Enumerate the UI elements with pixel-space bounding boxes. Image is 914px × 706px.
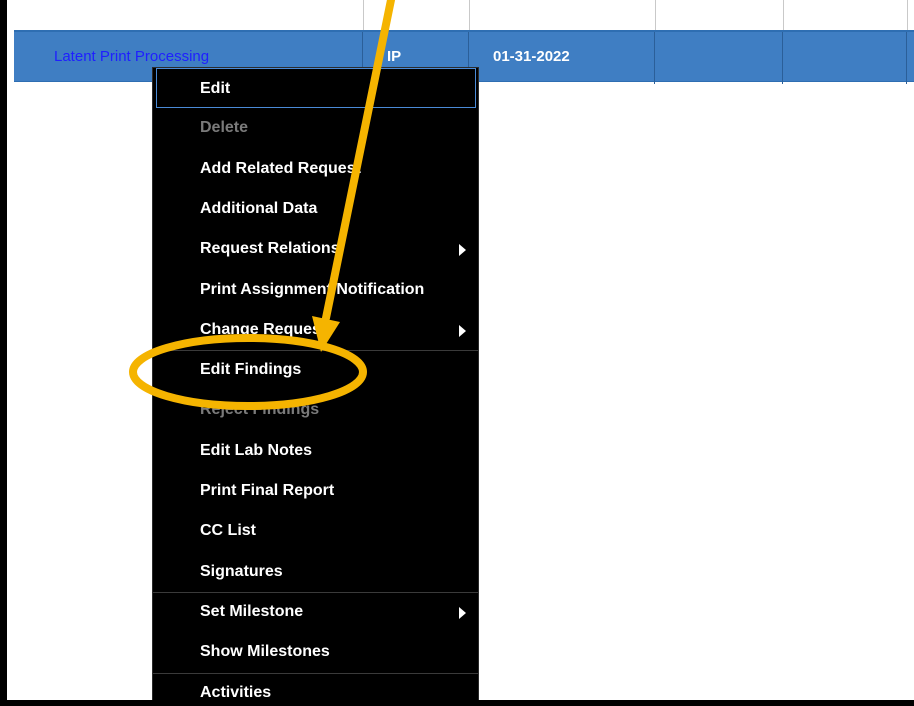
menu-item-label: Delete [200,119,249,137]
column-divider [469,0,470,30]
menu-item-cc-list[interactable]: CC List [153,511,478,551]
menu-item-label: Signatures [200,562,283,580]
cell-date: 01-31-2022 [469,32,655,84]
menu-item-delete: Delete [153,108,478,148]
menu-item-reject-findings: Reject Findings [153,390,478,430]
column-divider [655,0,656,30]
menu-item-edit[interactable]: Edit [156,68,476,108]
menu-item-add-related-request[interactable]: Add Related Request [153,149,478,189]
menu-item-label: Activities [200,683,272,701]
menu-item-activities[interactable]: Activities [153,673,478,701]
menu-item-label: Change Request [200,320,327,338]
cropped-header-strip [7,0,914,30]
menu-item-label: Edit [200,80,231,97]
menu-item-label: Request Relations [200,240,340,258]
column-divider [783,0,784,30]
column-divider [907,0,908,30]
menu-item-print-assignment-notification[interactable]: Print Assignment Notification [153,270,478,310]
menu-item-label: Edit Findings [200,361,302,379]
cell-empty [655,32,783,84]
menu-item-signatures[interactable]: Signatures [153,552,478,592]
menu-item-label: Reject Findings [200,401,320,419]
menu-item-print-final-report[interactable]: Print Final Report [153,471,478,511]
menu-item-label: Print Assignment Notification [200,280,425,298]
menu-item-edit-findings[interactable]: Edit Findings [153,350,478,390]
submenu-arrow-icon [459,324,466,337]
menu-item-label: Add Related Request [200,159,361,177]
menu-item-label: Show Milestones [200,643,330,661]
menu-item-show-milestones[interactable]: Show Milestones [153,632,478,672]
context-menu: Edit Delete Add Related Request Additional … [152,67,479,701]
menu-item-change-request[interactable]: Change Request [153,310,478,350]
cell-empty [907,32,914,84]
submenu-arrow-icon [459,606,466,619]
menu-item-label: Print Final Report [200,482,335,499]
submenu-arrow-icon [459,244,466,257]
menu-item-label: Additional Data [200,199,318,217]
menu-item-additional-data[interactable]: Additional Data [153,189,478,229]
menu-item-request-relations[interactable]: Request Relations [153,229,478,269]
menu-item-set-milestone[interactable]: Set Milestone [153,592,478,632]
menu-item-edit-lab-notes[interactable]: Edit Lab Notes [153,431,478,471]
menu-item-label: Edit Lab Notes [200,441,313,459]
column-divider [363,0,364,30]
menu-item-label: Set Milestone [200,602,304,620]
cell-empty [783,32,907,84]
menu-item-label: CC List [200,522,256,540]
request-name-link[interactable]: Latent Print Processing [54,48,209,65]
screenshot-frame: Latent Print Processing IP 01-31-2022 Ed… [0,0,914,706]
